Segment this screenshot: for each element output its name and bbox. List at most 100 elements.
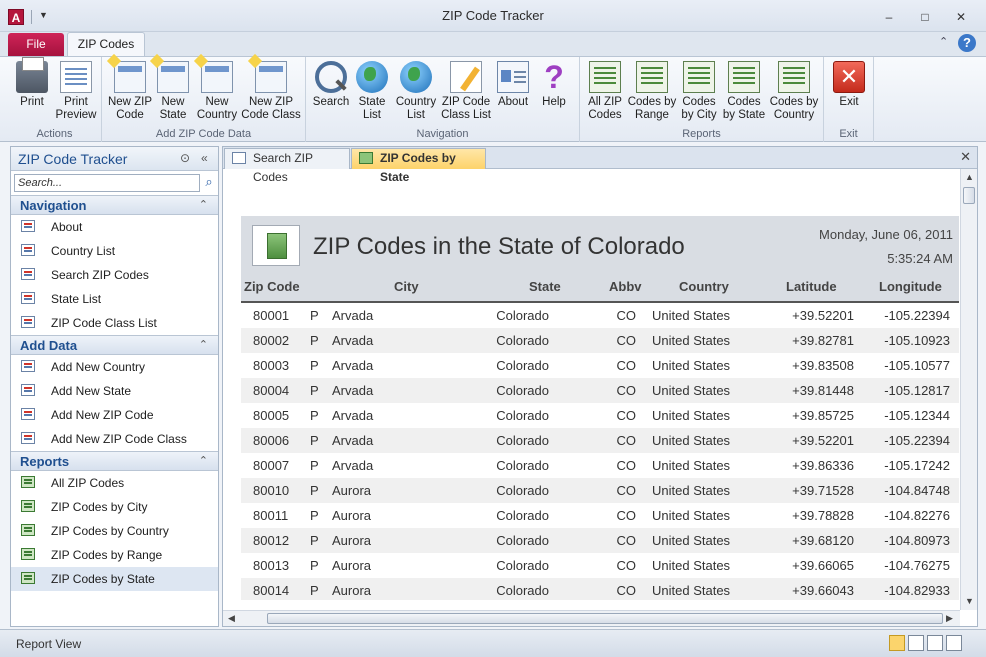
table-row[interactable]: 80012 P Aurora Colorado CO United States +39.6… — [241, 528, 959, 553]
table-row[interactable]: 80004 P Arvada Colorado CO United States +39.8… — [241, 378, 959, 403]
shutter-bar-close-icon[interactable]: « — [201, 151, 208, 165]
nav-item-label: Add New State — [51, 384, 132, 398]
table-row[interactable]: 80001 P Arvada Colorado CO United States +39.5… — [241, 303, 959, 328]
nav-menu-chevron-icon[interactable]: ⊙ — [180, 151, 190, 165]
scroll-left-icon[interactable]: ◀ — [228, 613, 235, 624]
file-tab[interactable]: File — [8, 33, 64, 56]
help-button[interactable]: ? Help — [536, 61, 572, 109]
all-zip-codes-button[interactable]: All ZIP Codes — [586, 61, 624, 122]
codes-by-state-button[interactable]: Codes by State — [722, 61, 766, 122]
tab-zip-codes[interactable]: ZIP Codes — [67, 32, 145, 57]
close-document-icon[interactable]: ✕ — [960, 149, 971, 165]
edit-list-icon — [450, 61, 482, 93]
new-state-button[interactable]: New State — [154, 61, 192, 122]
nav-item-label: Country List — [51, 244, 116, 258]
nav-item-state-list[interactable]: State List — [11, 287, 218, 311]
nav-item-all-zip-codes[interactable]: All ZIP Codes — [11, 471, 218, 495]
collapse-icon[interactable]: ⌃ — [199, 454, 208, 467]
table-row[interactable]: 80006 P Arvada Colorado CO United States +39.5… — [241, 428, 959, 453]
nav-item-zip-codes-by-country[interactable]: ZIP Codes by Country — [11, 519, 218, 543]
nav-item-zip-code-class-list[interactable]: ZIP Code Class List — [11, 311, 218, 335]
report-icon — [728, 61, 760, 93]
state-list-button[interactable]: State List — [354, 61, 390, 122]
nav-item-zip-codes-by-city[interactable]: ZIP Codes by City — [11, 495, 218, 519]
close-window-button[interactable]: ✕ — [950, 9, 972, 25]
print-preview-view-icon[interactable] — [908, 635, 924, 651]
design-view-icon[interactable] — [946, 635, 962, 651]
new-country-button[interactable]: New Country — [194, 61, 240, 122]
scroll-right-icon[interactable]: ▶ — [946, 613, 953, 624]
search-icon[interactable]: ⌕ — [201, 174, 217, 192]
group-reports: All ZIP Codes Codes by Range Codes by Ci… — [580, 57, 824, 142]
table-row[interactable]: 80007 P Arvada Colorado CO United States +39.8… — [241, 453, 959, 478]
window-title: ZIP Code Tracker — [442, 8, 544, 23]
maximize-button[interactable]: □ — [914, 9, 936, 25]
table-row[interactable]: 80013 P Aurora Colorado CO United States +39.6… — [241, 553, 959, 578]
cell-state: Colorado — [496, 383, 549, 398]
nav-pane-title[interactable]: ZIP Code Tracker — [18, 151, 127, 167]
help-icon[interactable]: ? — [958, 34, 976, 52]
vertical-scrollbar[interactable]: ▲ ▼ — [960, 169, 977, 610]
layout-view-icon[interactable] — [927, 635, 943, 651]
table-row[interactable]: 80014 P Aurora Colorado CO United States +39.6… — [241, 578, 959, 600]
tab-search-zip-codes[interactable]: Search ZIP Codes — [224, 148, 350, 184]
nav-item-zip-codes-by-range[interactable]: ZIP Codes by Range — [11, 543, 218, 567]
horizontal-scroll-thumb[interactable] — [267, 613, 943, 624]
nav-item-zip-codes-by-state[interactable]: ZIP Codes by State — [11, 567, 218, 591]
table-row[interactable]: 80011 P Aurora Colorado CO United States +39.7… — [241, 503, 959, 528]
collapse-icon[interactable]: ⌃ — [199, 338, 208, 351]
cell-latitude: +39.66065 — [792, 558, 854, 573]
new-form-icon — [201, 61, 233, 93]
nav-section-reports[interactable]: Reports ⌃ — [11, 451, 218, 471]
report-icon — [21, 524, 35, 536]
nav-pane-header[interactable]: ZIP Code Tracker ⊙ « — [11, 147, 218, 171]
nav-item-add-new-zip-code-class[interactable]: Add New ZIP Code Class — [11, 427, 218, 451]
nav-item-add-new-zip-code[interactable]: Add New ZIP Code — [11, 403, 218, 427]
minimize-button[interactable]: – — [878, 9, 900, 25]
exit-button[interactable]: ✕ Exit — [832, 61, 866, 109]
codes-by-country-button[interactable]: Codes by Country — [768, 61, 820, 122]
nav-item-search-zip-codes[interactable]: Search ZIP Codes — [11, 263, 218, 287]
nav-item-about[interactable]: About — [11, 215, 218, 239]
zip-code-class-list-button[interactable]: ZIP Code Class List — [440, 61, 492, 122]
nav-item-label: ZIP Code Class List — [51, 316, 157, 330]
nav-item-country-list[interactable]: Country List — [11, 239, 218, 263]
nav-search-input[interactable]: Search... — [14, 174, 200, 192]
scroll-up-icon[interactable]: ▲ — [965, 172, 974, 182]
minimize-ribbon-icon[interactable]: ⌃ — [939, 35, 948, 48]
group-navigation: Search State List Country List ZIP Code … — [306, 57, 580, 142]
cell-zip-code: 80004 — [253, 383, 290, 398]
print-preview-button[interactable]: Print Preview — [54, 61, 98, 122]
table-row[interactable]: 80003 P Arvada Colorado CO United States +39.8… — [241, 353, 959, 378]
about-button[interactable]: About — [494, 61, 532, 109]
nav-item-add-new-state[interactable]: Add New State — [11, 379, 218, 403]
tab-zip-codes-by-state[interactable]: ZIP Codes by State — [351, 148, 486, 184]
cell-longitude: -105.10923 — [884, 333, 950, 348]
codes-by-range-button[interactable]: Codes by Range — [626, 61, 678, 122]
horizontal-scrollbar[interactable]: ◀ ▶ — [223, 610, 960, 626]
new-zip-code-button[interactable]: New ZIP Code — [106, 61, 154, 122]
vertical-scroll-thumb[interactable] — [963, 187, 975, 204]
nav-item-label: Add New Country — [51, 360, 146, 374]
collapse-icon[interactable]: ⌃ — [199, 198, 208, 211]
nav-item-add-new-country[interactable]: Add New Country — [11, 355, 218, 379]
cell-abbv: CO — [616, 583, 637, 598]
cell-longitude: -105.12344 — [884, 408, 950, 423]
codes-by-city-button[interactable]: Codes by City — [678, 61, 720, 122]
table-row[interactable]: 80010 P Aurora Colorado CO United States +39.7… — [241, 478, 959, 503]
new-zip-code-class-button[interactable]: New ZIP Code Class — [240, 61, 302, 122]
nav-section-navigation[interactable]: Navigation ⌃ — [11, 195, 218, 215]
cell-city: Aurora — [332, 533, 372, 548]
cell-abbv: CO — [616, 508, 637, 523]
print-button[interactable]: Print — [12, 57, 52, 109]
document-area: Search ZIP Codes ZIP Codes by State ✕ ZI… — [222, 146, 978, 627]
scroll-down-icon[interactable]: ▼ — [965, 596, 974, 606]
table-row[interactable]: 80005 P Arvada Colorado CO United States +39.8… — [241, 403, 959, 428]
nav-section-add-data[interactable]: Add Data ⌃ — [11, 335, 218, 355]
cell-zip-code: 80011 — [253, 508, 289, 523]
search-button[interactable]: Search — [310, 61, 352, 109]
codes-by-country-label: Codes by Country — [769, 96, 819, 121]
country-list-button[interactable]: Country List — [394, 61, 438, 122]
table-row[interactable]: 80002 P Arvada Colorado CO United States +39.8… — [241, 328, 959, 353]
report-view-icon[interactable] — [889, 635, 905, 651]
